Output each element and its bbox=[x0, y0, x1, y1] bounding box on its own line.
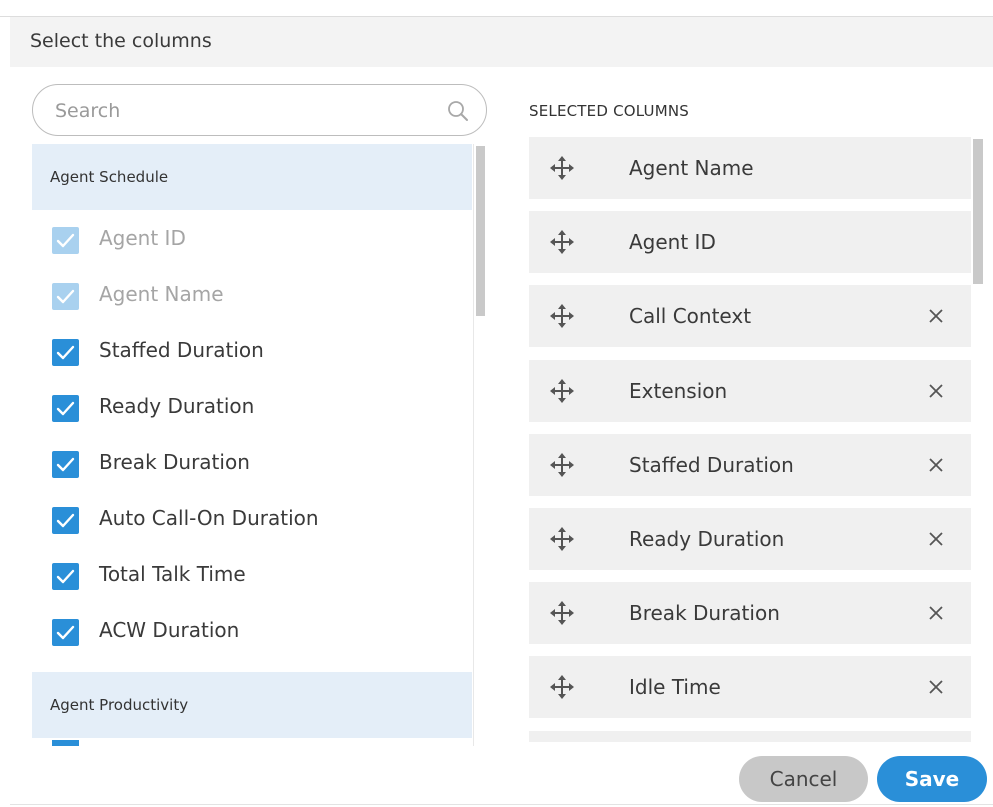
checkbox bbox=[52, 227, 79, 254]
close-icon[interactable] bbox=[927, 382, 945, 400]
close-icon[interactable] bbox=[927, 307, 945, 325]
dialog-header: Select the columns bbox=[10, 17, 993, 67]
selected-columns-list: Agent Name Agent ID Call Context Extension S… bbox=[529, 137, 989, 742]
selected-column-row[interactable]: Staffed Duration bbox=[529, 433, 971, 496]
close-icon[interactable] bbox=[927, 456, 945, 474]
selected-column-row[interactable]: Agent ID bbox=[529, 211, 971, 274]
select-columns-dialog: Select the columns Agent Schedule Agent I… bbox=[0, 0, 993, 807]
checkbox[interactable] bbox=[52, 619, 79, 646]
checkbox[interactable] bbox=[52, 563, 79, 590]
column-checkbox-row[interactable]: ACW Duration bbox=[52, 612, 472, 652]
move-icon[interactable] bbox=[549, 526, 575, 552]
selected-column-label: Agent ID bbox=[629, 230, 716, 255]
selected-column-row[interactable]: Agent Name bbox=[529, 137, 971, 199]
selected-column-row[interactable]: Extension bbox=[529, 359, 971, 422]
move-icon[interactable] bbox=[549, 378, 575, 404]
move-icon[interactable] bbox=[549, 229, 575, 255]
move-icon[interactable] bbox=[549, 155, 575, 181]
checkmark-icon bbox=[56, 625, 75, 640]
checkbox-label: Total Talk Time bbox=[99, 562, 246, 586]
close-icon[interactable] bbox=[927, 678, 945, 696]
search-icon[interactable] bbox=[445, 98, 471, 124]
selected-column-row[interactable]: Call Context bbox=[529, 285, 971, 348]
checkbox[interactable] bbox=[52, 395, 79, 422]
selected-columns-heading: SELECTED COLUMNS bbox=[529, 102, 690, 120]
selected-column-label: Agent Name bbox=[629, 156, 754, 180]
selected-column-row[interactable] bbox=[529, 730, 971, 742]
selected-column-label: Ready Duration bbox=[629, 527, 785, 551]
selected-column-label: Staffed Duration bbox=[629, 452, 794, 477]
selected-column-row[interactable]: Break Duration bbox=[529, 582, 971, 645]
checkmark-icon bbox=[56, 233, 75, 248]
column-checkbox-row[interactable]: Break Duration bbox=[52, 444, 472, 484]
selected-column-label: Extension bbox=[629, 378, 728, 403]
group-header: Agent Productivity bbox=[32, 672, 472, 738]
checkbox[interactable] bbox=[52, 740, 79, 746]
checkbox[interactable] bbox=[52, 451, 79, 478]
checkbox[interactable] bbox=[52, 339, 79, 366]
checkmark-icon bbox=[56, 513, 75, 528]
checkbox-label: Ready Duration bbox=[99, 394, 255, 418]
column-checkbox-row: Agent ID bbox=[52, 220, 472, 260]
selected-column-row[interactable]: Ready Duration bbox=[529, 508, 971, 570]
close-icon[interactable] bbox=[927, 530, 945, 548]
selected-column-row[interactable]: Idle Time bbox=[529, 656, 971, 719]
checkmark-icon bbox=[56, 345, 75, 360]
checkbox-label: Auto Call-On Duration bbox=[99, 506, 319, 530]
checkbox bbox=[52, 283, 79, 310]
checkmark-icon bbox=[56, 457, 75, 472]
group-header-label: Agent Productivity bbox=[50, 696, 189, 714]
column-checkbox-row[interactable]: Auto Call-On Duration bbox=[52, 500, 472, 540]
move-icon[interactable] bbox=[549, 303, 575, 329]
move-icon[interactable] bbox=[549, 600, 575, 626]
cancel-button[interactable]: Cancel bbox=[739, 756, 868, 802]
search-input[interactable] bbox=[53, 97, 433, 125]
column-checkbox-row[interactable]: Staffed Duration bbox=[52, 332, 472, 372]
checkbox[interactable] bbox=[52, 507, 79, 534]
search-box[interactable] bbox=[32, 84, 487, 136]
save-button[interactable]: Save bbox=[877, 756, 987, 802]
checkmark-icon bbox=[56, 289, 75, 304]
checkbox-label: ACW Duration bbox=[99, 618, 240, 642]
available-list-scroll-thumb[interactable] bbox=[476, 146, 485, 316]
checkmark-icon bbox=[56, 401, 75, 416]
selected-column-label: Break Duration bbox=[629, 601, 780, 626]
available-columns-list: Agent Schedule Agent ID Agent Name Staffed … bbox=[32, 144, 488, 746]
group-header-label: Agent Schedule bbox=[50, 168, 169, 186]
checkbox-label: Break Duration bbox=[99, 450, 250, 474]
group-header: Agent Schedule bbox=[32, 144, 472, 210]
dialog-title: Select the columns bbox=[30, 30, 212, 52]
close-icon[interactable] bbox=[927, 604, 945, 622]
column-checkbox-row: Agent Name bbox=[52, 276, 472, 316]
checkbox-label: Agent ID bbox=[99, 226, 186, 250]
checkbox-label: Staffed Duration bbox=[99, 338, 264, 362]
move-icon[interactable] bbox=[549, 452, 575, 478]
selected-column-label: Call Context bbox=[629, 304, 752, 329]
selected-column-label: Idle Time bbox=[629, 675, 721, 700]
move-icon[interactable] bbox=[549, 674, 575, 700]
selected-list-scroll-thumb[interactable] bbox=[973, 139, 983, 284]
checkbox-label: Agent Name bbox=[99, 282, 224, 306]
column-checkbox-row[interactable]: Total Talk Time bbox=[52, 556, 472, 596]
bottom-divider bbox=[10, 804, 993, 805]
column-checkbox-row[interactable]: Ready Duration bbox=[52, 388, 472, 428]
checkmark-icon bbox=[56, 569, 75, 584]
